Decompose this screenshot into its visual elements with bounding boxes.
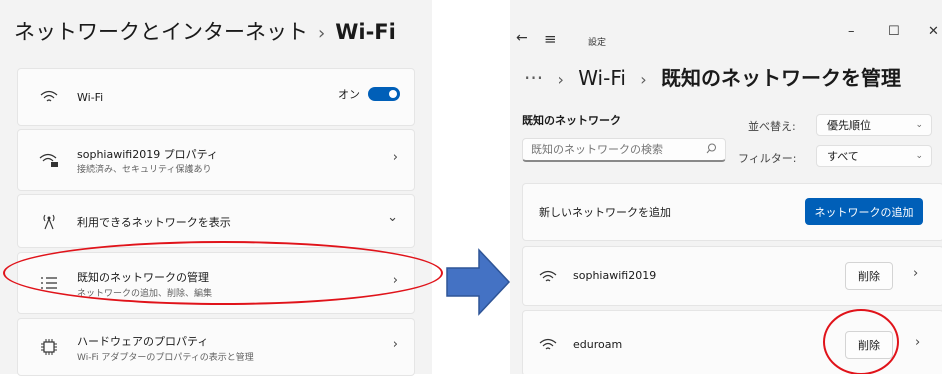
breadcrumb-more[interactable]: ···: [524, 66, 543, 90]
breadcrumb-separator: ›: [557, 70, 564, 89]
wifi-toggle-row[interactable]: Wi-Fi オン: [17, 68, 415, 126]
available-networks-row[interactable]: 利用できるネットワークを表示 ⌄: [17, 194, 415, 248]
breadcrumb: ··· › Wi-Fi › 既知のネットワークを管理: [524, 62, 901, 91]
available-networks-label: 利用できるネットワークを表示: [77, 216, 231, 229]
network-name: eduroam: [573, 338, 623, 351]
add-network-row: 新しいネットワークを追加 ネットワークの追加: [522, 183, 942, 241]
network-properties-status: 接続済み、セキュリティ保護あり: [77, 165, 212, 175]
search-input[interactable]: [529, 142, 703, 157]
chevron-down-icon: ⌄: [915, 151, 923, 161]
breadcrumb-separator: ›: [318, 23, 326, 44]
sort-label: 並べ替え:: [748, 120, 796, 133]
highlight-ellipse: [3, 241, 443, 305]
breadcrumb-parent[interactable]: ネットワークとインターネット: [14, 20, 308, 44]
breadcrumb-separator: ›: [640, 70, 647, 89]
wifi-label: Wi-Fi: [77, 91, 104, 104]
hardware-properties-title: ハードウェアのプロパティ: [77, 335, 209, 348]
network-properties-title: sophiawifi2019 プロパティ: [77, 148, 219, 161]
minimize-button[interactable]: –: [848, 24, 855, 39]
chevron-down-icon: ⌄: [387, 210, 398, 225]
breadcrumb-wifi[interactable]: Wi-Fi: [578, 66, 626, 90]
hardware-properties-row[interactable]: ハードウェアのプロパティ Wi-Fi アダプターのプロパティの表示と管理 ›: [17, 318, 415, 376]
maximize-button[interactable]: ☐: [888, 24, 900, 39]
add-network-label: 新しいネットワークを追加: [539, 206, 671, 219]
section-title: 既知のネットワーク: [522, 114, 621, 127]
wifi-icon: [539, 337, 557, 356]
back-button[interactable]: ←: [516, 30, 528, 46]
wifi-icon: [539, 269, 557, 288]
breadcrumb-current: Wi-Fi: [335, 20, 396, 44]
chevron-right-icon: ›: [392, 150, 398, 165]
wifi-toggle[interactable]: [368, 87, 400, 101]
add-network-button[interactable]: ネットワークの追加: [805, 198, 923, 225]
search-box: [522, 138, 726, 162]
breadcrumb-current: 既知のネットワークを管理: [661, 66, 902, 90]
window-title: 設定: [588, 38, 607, 48]
chevron-right-icon[interactable]: ›: [915, 335, 920, 350]
chevron-down-icon: ⌄: [915, 120, 923, 130]
wifi-toggle-group: オン: [338, 86, 400, 102]
network-properties-row[interactable]: sophiawifi2019 プロパティ 接続済み、セキュリティ保護あり ›: [17, 129, 415, 191]
network-row-sophiawifi2019[interactable]: sophiawifi2019 削除 ›: [522, 246, 942, 306]
page-title: ネットワークとインターネット › Wi-Fi: [14, 16, 396, 46]
hardware-properties-subtitle: Wi-Fi アダプターのプロパティの表示と管理: [77, 353, 254, 363]
filter-value: すべて: [827, 150, 859, 163]
chevron-right-icon[interactable]: ›: [913, 266, 918, 281]
wifi-settings-panel: ネットワークとインターネット › Wi-Fi Wi-Fi オン sophiawifi…: [0, 0, 443, 376]
network-name: sophiawifi2019: [573, 269, 657, 282]
wifi-toggle-state: オン: [338, 88, 360, 101]
search-icon: [706, 143, 717, 157]
antenna-icon: [38, 210, 60, 232]
chevron-right-icon: ›: [392, 337, 398, 352]
close-button[interactable]: ✕: [928, 24, 939, 39]
highlight-ellipse: [823, 309, 899, 374]
sort-value: 優先順位: [827, 119, 871, 132]
known-networks-window: ← ≡ 設定 – ☐ ✕ ··· › Wi-Fi › 既知のネットワークを管理 …: [510, 0, 942, 374]
delete-button[interactable]: 削除: [845, 262, 893, 290]
menu-button[interactable]: ≡: [544, 30, 557, 48]
wifi-icon: [38, 86, 60, 108]
sort-select[interactable]: 優先順位 ⌄: [816, 114, 932, 136]
chip-icon: [38, 336, 60, 358]
wifi-secured-icon: [38, 149, 60, 171]
filter-label: フィルター:: [738, 152, 797, 165]
filter-select[interactable]: すべて ⌄: [816, 145, 932, 167]
arrow-right-icon: [446, 248, 511, 316]
